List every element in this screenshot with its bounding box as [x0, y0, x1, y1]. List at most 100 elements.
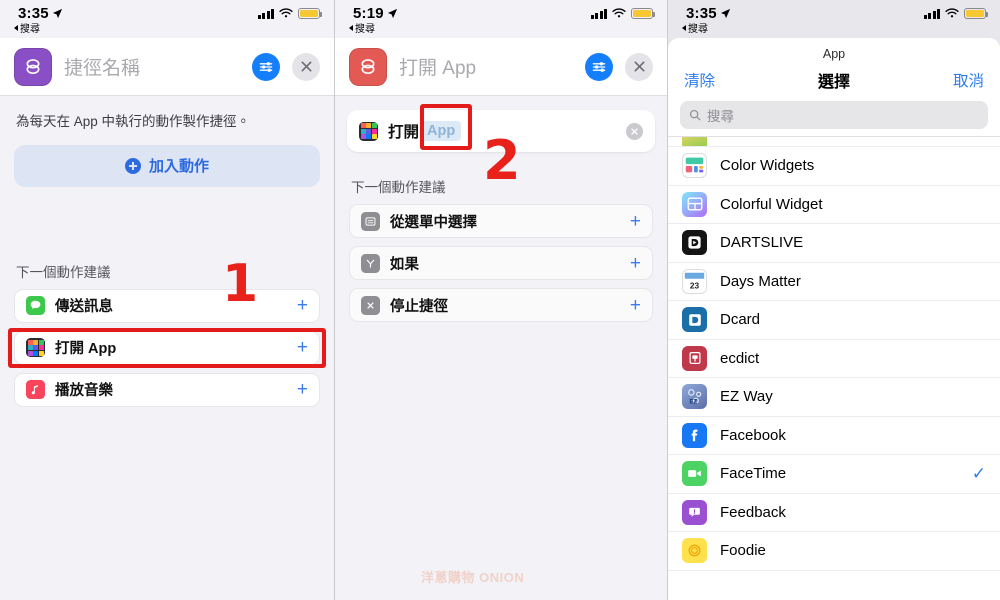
- facebook-f-glyph: [691, 429, 697, 442]
- sliders-icon[interactable]: [252, 52, 280, 81]
- plus-icon[interactable]: +: [297, 380, 308, 399]
- suggestion-row-send-message[interactable]: 傳送訊息 +: [14, 288, 320, 323]
- layers-glyph: [361, 58, 375, 74]
- back-label: 搜尋: [688, 24, 708, 35]
- suggestions-section: 下一個動作建議 從選單中選擇 + 如果 + 停止捷徑 +: [335, 176, 667, 322]
- suggestion-row-stop-shortcut[interactable]: 停止捷徑 +: [349, 288, 653, 322]
- messages-icon: [26, 296, 45, 316]
- list-item-partial[interactable]: [668, 137, 1000, 147]
- foodie-shutter-glyph: [688, 544, 701, 557]
- plus-icon[interactable]: +: [297, 338, 308, 357]
- shortcut-name-input[interactable]: 打開 App: [399, 53, 573, 80]
- foodie-icon: [682, 538, 707, 564]
- app-list[interactable]: Color Widgets Colorful Widget DARTSLIVE …: [668, 136, 1000, 571]
- music-icon: [26, 380, 45, 400]
- ecdict-glyph: [688, 352, 701, 365]
- app-grid-icon: [359, 121, 378, 141]
- shortcuts-app-icon: [349, 47, 387, 86]
- shortcuts-app-icon: [14, 47, 52, 86]
- list-item[interactable]: Foodie: [668, 532, 1000, 571]
- app-name: Foodie: [720, 542, 766, 560]
- wifi-icon: [945, 8, 959, 18]
- plus-icon[interactable]: +: [630, 254, 641, 273]
- close-x-icon[interactable]: [292, 52, 320, 81]
- sliders-icon[interactable]: [585, 52, 613, 81]
- cellular-bars-icon: [590, 8, 607, 19]
- battery-low-icon: [631, 8, 655, 19]
- battery-low-icon: [964, 8, 988, 19]
- shortcut-header: 打開 App: [335, 38, 667, 96]
- panel-left-shortcut-editor: 3:35 搜尋 捷徑名稱 為每天在 App 中執行的動作製作捷徑。 加入動作 下…: [0, 0, 334, 600]
- panel-mid-action-configured: 5:19 搜尋 打開 App 打開 App 下一個動作建議 從選單中選擇 + 如…: [334, 0, 668, 600]
- suggestion-label: 停止捷徑: [390, 298, 448, 315]
- feedback-icon: [682, 499, 707, 525]
- message-bubble-glyph: [30, 301, 41, 310]
- list-item[interactable]: Colorful Widget: [668, 186, 1000, 224]
- back-to-search-link[interactable]: 搜尋: [349, 20, 375, 35]
- app-name: Color Widgets: [720, 157, 815, 175]
- wifi-icon: [612, 8, 626, 18]
- suggestion-row-if[interactable]: 如果 +: [349, 246, 653, 280]
- dartslive-glyph: [688, 236, 701, 249]
- plus-icon[interactable]: +: [297, 296, 308, 315]
- shortcut-header: 捷徑名稱: [0, 38, 334, 96]
- action-text: 打開 App: [388, 120, 462, 142]
- suggestion-label: 打開 App: [55, 341, 117, 358]
- back-label: 搜尋: [20, 24, 40, 35]
- suggestion-label: 播放音樂: [55, 383, 113, 400]
- feedback-bubble-glyph: [689, 507, 700, 517]
- plus-icon[interactable]: +: [630, 296, 641, 315]
- search-input[interactable]: 搜尋: [680, 101, 988, 129]
- panel-right-app-picker: 3:35 搜尋 App 清除 選擇 取消 搜尋 Color Widgets Co…: [668, 0, 1000, 600]
- list-item[interactable]: DARTSLIVE: [668, 224, 1000, 263]
- facebook-icon: [682, 422, 707, 448]
- list-item[interactable]: ecdict: [668, 340, 1000, 378]
- app-name: Days Matter: [720, 272, 801, 290]
- dartslive-icon: [682, 230, 707, 256]
- shortcut-description: 為每天在 App 中執行的動作製作捷徑。: [16, 114, 251, 129]
- list-item[interactable]: Facebook: [668, 417, 1000, 455]
- cancel-button[interactable]: 取消: [953, 69, 984, 91]
- list-item[interactable]: Feedback: [668, 494, 1000, 532]
- list-item[interactable]: Color Widgets: [668, 147, 1000, 186]
- app-name: ecdict: [720, 349, 760, 367]
- app-grid-glyph: [26, 338, 45, 358]
- close-x-icon[interactable]: [625, 52, 653, 81]
- stop-x-glyph: [367, 301, 374, 309]
- sheet-toolbar: 清除 選擇 取消: [668, 67, 1000, 101]
- app-grid-glyph: [359, 121, 378, 141]
- app-parameter-token[interactable]: App: [421, 121, 462, 141]
- back-to-search-link[interactable]: 搜尋: [682, 20, 708, 35]
- days-matter-glyph: 23: [684, 272, 705, 290]
- clear-circle-icon[interactable]: [626, 122, 643, 140]
- status-bar: 3:35 搜尋: [0, 0, 334, 38]
- list-item[interactable]: 23 Days Matter: [668, 263, 1000, 301]
- ez-way-icon: EZ: [682, 384, 707, 410]
- shortcut-name-input[interactable]: 捷徑名稱: [64, 53, 240, 80]
- list-item-selected[interactable]: FaceTime ✓: [668, 455, 1000, 494]
- suggestions-section: 下一個動作建議 傳送訊息 + 打開 App + 播放音樂 +: [0, 261, 334, 407]
- back-triangle-icon: [682, 24, 686, 31]
- back-to-search-link[interactable]: 搜尋: [14, 20, 40, 35]
- app-name: DARTSLIVE: [720, 234, 804, 252]
- plus-icon[interactable]: +: [630, 212, 641, 231]
- search-icon: [689, 109, 701, 121]
- annotation-step-number-2: 2: [483, 129, 521, 192]
- close-glyph: [633, 61, 645, 72]
- sliders-glyph: [259, 61, 273, 72]
- video-camera-glyph: [688, 470, 701, 478]
- list-item[interactable]: EZ EZ Way: [668, 378, 1000, 417]
- suggestion-row-play-music[interactable]: 播放音樂 +: [14, 372, 320, 407]
- ez-way-glyph: EZ: [687, 388, 701, 405]
- partial-app-icon: [682, 137, 707, 146]
- add-action-label: 加入動作: [148, 158, 209, 176]
- clear-glyph: [631, 127, 638, 135]
- clear-button[interactable]: 清除: [684, 69, 715, 91]
- color-widgets-icon: [682, 153, 707, 179]
- suggestion-row-open-app[interactable]: 打開 App +: [14, 330, 320, 365]
- add-action-button[interactable]: 加入動作: [14, 144, 320, 187]
- suggestions-title: 下一個動作建議: [16, 264, 111, 280]
- list-item[interactable]: Dcard: [668, 301, 1000, 340]
- sheet-title: App: [822, 47, 846, 61]
- suggestion-row-choose-from-menu[interactable]: 從選單中選擇 +: [349, 204, 653, 238]
